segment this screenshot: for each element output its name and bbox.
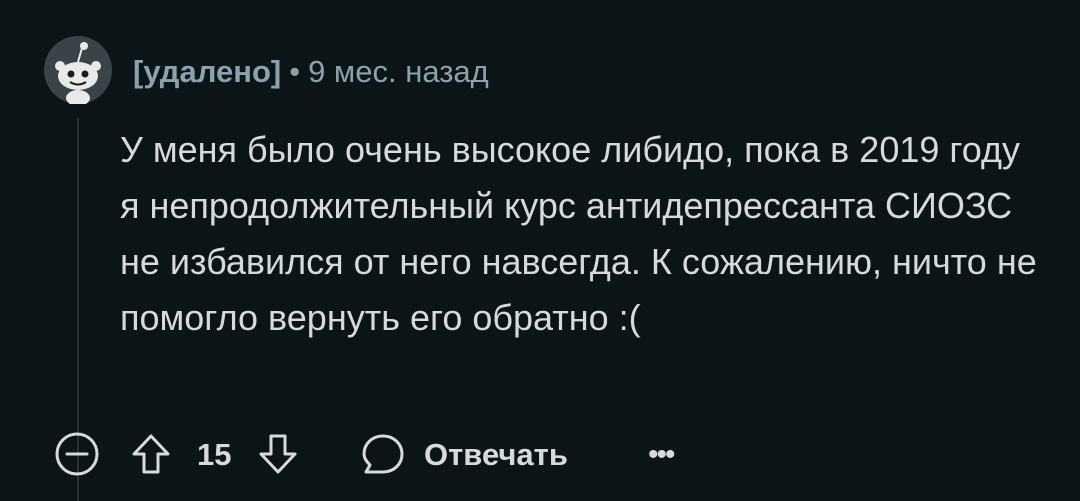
arrow-down-icon	[259, 434, 297, 474]
minus-circle-icon	[55, 432, 99, 476]
collapse-thread-button[interactable]	[54, 431, 100, 477]
comment-body: У меня было очень высокое либидо, пока в…	[120, 129, 1037, 338]
avatar[interactable]	[44, 36, 112, 104]
downvote-button[interactable]	[256, 430, 300, 478]
reply-icon-button[interactable]	[361, 432, 405, 478]
arrow-up-icon	[132, 434, 170, 474]
comment-actions: 15 Отвечать •••	[0, 428, 1080, 482]
comment-meta: [удалено] • 9 мес. назад	[133, 52, 489, 92]
reply-button[interactable]: Отвечать	[424, 435, 568, 475]
comment-author[interactable]: [удалено]	[133, 54, 281, 89]
more-options-button[interactable]: •••	[648, 435, 675, 475]
snoo-avatar-icon	[44, 36, 112, 104]
vote-score: 15	[197, 437, 232, 472]
comment-timestamp: 9 мес. назад	[308, 54, 489, 89]
upvote-button[interactable]	[129, 430, 173, 478]
meta-separator: •	[289, 54, 301, 89]
speech-bubble-icon	[362, 434, 404, 474]
